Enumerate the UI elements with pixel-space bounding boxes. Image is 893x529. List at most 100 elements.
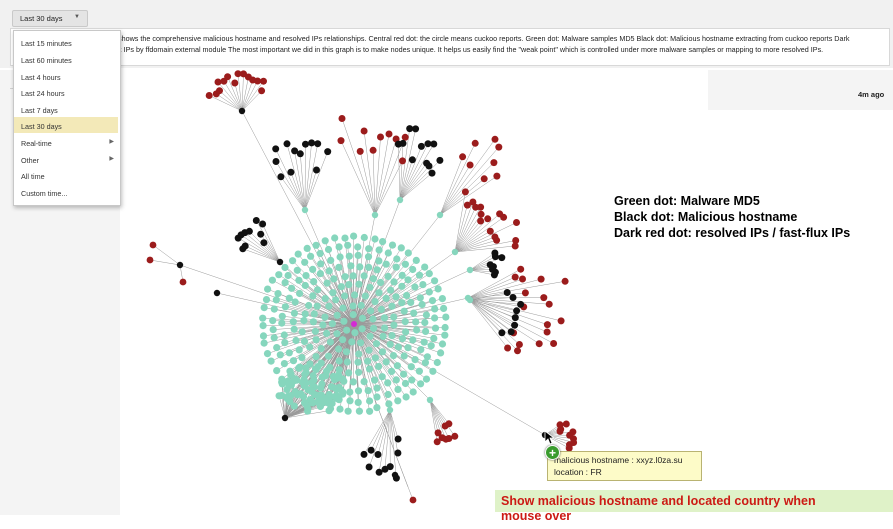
hostname-node[interactable] — [281, 414, 289, 422]
md5-node[interactable] — [345, 252, 353, 260]
md5-node[interactable] — [411, 356, 419, 364]
md5-node[interactable] — [274, 290, 282, 298]
hostname-node[interactable] — [498, 329, 506, 337]
md5-node[interactable] — [345, 369, 353, 377]
md5-node[interactable] — [389, 352, 398, 360]
md5-node[interactable] — [325, 302, 333, 310]
md5-node[interactable] — [349, 311, 357, 319]
md5-node[interactable] — [377, 278, 385, 287]
hostname-node[interactable] — [324, 148, 332, 156]
md5-node[interactable] — [311, 327, 319, 335]
resolved-ip-node[interactable] — [490, 159, 498, 167]
resolved-ip-node[interactable] — [477, 217, 485, 225]
resolved-ip-node[interactable] — [477, 210, 485, 218]
resolved-ip-node[interactable] — [519, 275, 526, 283]
md5-node[interactable] — [438, 295, 446, 303]
resolved-ip-node[interactable] — [471, 139, 479, 147]
resolved-ip-node[interactable] — [556, 427, 564, 435]
md5-node[interactable] — [366, 407, 374, 415]
network-graph[interactable] — [0, 0, 893, 529]
md5-node[interactable] — [429, 367, 437, 375]
md5-node[interactable] — [296, 289, 304, 298]
resolved-ip-node[interactable] — [484, 215, 492, 223]
md5-node[interactable] — [302, 364, 310, 372]
option-real-time[interactable]: Real-time ▶ — [14, 134, 118, 150]
hostname-node[interactable] — [302, 140, 309, 148]
md5-node[interactable] — [325, 267, 333, 275]
md5-node[interactable] — [381, 324, 389, 332]
md5-node[interactable] — [360, 272, 368, 280]
resolved-ip-node[interactable] — [535, 340, 543, 348]
md5-node[interactable] — [303, 244, 311, 252]
md5-node[interactable] — [347, 262, 355, 270]
md5-node[interactable] — [335, 263, 343, 271]
md5-node[interactable] — [349, 378, 357, 386]
md5-node[interactable] — [333, 311, 341, 319]
md5-node[interactable] — [301, 310, 309, 318]
resolved-ip-node[interactable] — [231, 79, 239, 87]
md5-node[interactable] — [398, 335, 407, 343]
md5-node[interactable] — [404, 344, 412, 352]
hostname-node[interactable] — [252, 217, 260, 224]
md5-node[interactable] — [289, 357, 298, 365]
md5-node[interactable] — [343, 326, 351, 334]
md5-node[interactable] — [421, 318, 429, 327]
md5-node[interactable] — [428, 297, 437, 305]
md5-node[interactable] — [417, 346, 425, 354]
md5-node[interactable] — [305, 301, 313, 310]
md5-node[interactable] — [284, 392, 292, 400]
hostname-node[interactable] — [296, 150, 304, 158]
hostname-node[interactable] — [371, 211, 379, 219]
md5-node[interactable] — [412, 256, 420, 264]
md5-node[interactable] — [364, 253, 373, 261]
md5-node[interactable] — [309, 318, 317, 326]
hostname-node[interactable] — [277, 173, 285, 181]
md5-node[interactable] — [263, 350, 272, 358]
md5-node[interactable] — [316, 249, 324, 258]
md5-node[interactable] — [437, 349, 445, 357]
md5-node[interactable] — [373, 393, 381, 401]
option-last-15-minutes[interactable]: Last 15 minutes — [14, 34, 118, 50]
md5-node[interactable] — [373, 384, 381, 392]
resolved-ip-node[interactable] — [545, 300, 553, 308]
md5-node[interactable] — [313, 302, 321, 310]
resolved-ip-node[interactable] — [214, 78, 222, 86]
md5-node[interactable] — [275, 392, 283, 400]
hostname-node[interactable] — [513, 307, 521, 315]
md5-node[interactable] — [290, 402, 298, 410]
hostname-node[interactable] — [176, 261, 184, 269]
md5-node[interactable] — [292, 336, 300, 345]
hostname-node[interactable] — [428, 169, 436, 177]
resolved-ip-node[interactable] — [369, 146, 377, 154]
md5-node[interactable] — [273, 367, 281, 375]
md5-node[interactable] — [401, 379, 410, 388]
md5-node[interactable] — [321, 295, 329, 303]
md5-node[interactable] — [278, 319, 286, 327]
resolved-ip-node[interactable] — [504, 344, 512, 352]
md5-node[interactable] — [281, 263, 289, 272]
resolved-ip-node[interactable] — [521, 289, 529, 297]
md5-node[interactable] — [278, 378, 286, 386]
md5-node[interactable] — [302, 272, 310, 280]
hostname-node[interactable] — [503, 289, 511, 296]
hostname-node[interactable] — [517, 300, 525, 308]
option-custom-time[interactable]: Custom time... — [14, 184, 118, 200]
md5-node[interactable] — [290, 309, 298, 317]
md5-node[interactable] — [314, 286, 322, 294]
md5-node[interactable] — [328, 320, 336, 328]
md5-node[interactable] — [400, 352, 408, 360]
hostname-node[interactable] — [313, 166, 320, 174]
resolved-ip-node[interactable] — [486, 227, 494, 235]
resolved-ip-node[interactable] — [146, 256, 154, 264]
resolved-ip-node[interactable] — [511, 273, 519, 281]
hostname-node[interactable] — [365, 463, 373, 471]
hostname-node[interactable] — [466, 296, 474, 304]
md5-node[interactable] — [344, 407, 352, 415]
md5-node[interactable] — [302, 379, 310, 387]
md5-node[interactable] — [410, 309, 418, 317]
md5-node[interactable] — [393, 362, 401, 370]
md5-node[interactable] — [382, 358, 390, 366]
md5-node[interactable] — [425, 288, 433, 296]
hostname-node[interactable] — [451, 248, 459, 256]
md5-node[interactable] — [355, 280, 363, 288]
